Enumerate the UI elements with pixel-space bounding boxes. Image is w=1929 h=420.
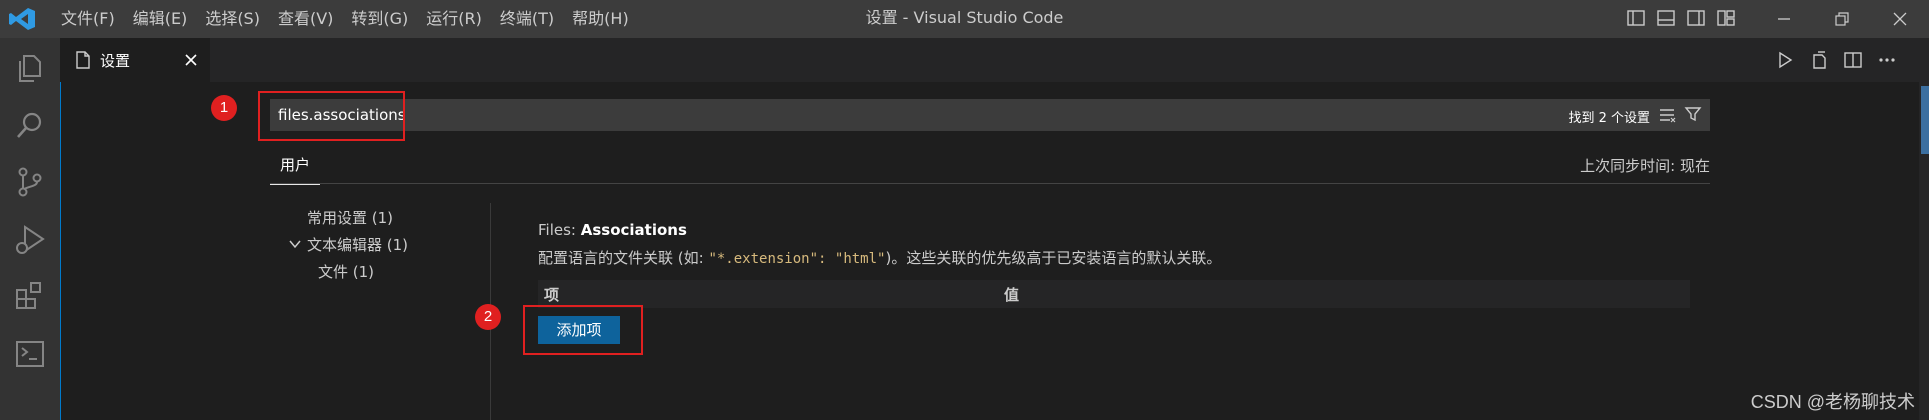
open-settings-json-icon[interactable]: [1809, 50, 1829, 70]
menu-help[interactable]: 帮助(H): [563, 0, 638, 38]
associations-table-header: 项 值: [538, 280, 1690, 308]
toc-item-files[interactable]: 文件 (1): [318, 261, 374, 282]
watermark: CSDN @老杨聊技术: [1750, 392, 1915, 412]
tab-settings[interactable]: 设置: [60, 38, 210, 82]
terminal-icon: [16, 341, 44, 367]
toggle-secondary-sidebar-icon[interactable]: [1686, 8, 1706, 28]
description-prefix: 配置语言的文件关联 (如:: [538, 249, 709, 267]
menu-file[interactable]: 文件(F): [52, 0, 124, 38]
extensions-icon: [16, 282, 41, 309]
tab-user-scope[interactable]: 用户: [270, 150, 321, 185]
source-control-icon: [18, 167, 42, 197]
chevron-down-icon[interactable]: [288, 237, 302, 251]
file-icon: [76, 51, 90, 69]
search-icon: [17, 112, 42, 138]
activity-bar: [0, 38, 60, 420]
explorer-button[interactable]: [12, 50, 48, 86]
setting-name: Associations: [580, 221, 687, 239]
title-bar: 文件(F) 编辑(E) 选择(S) 查看(V) 转到(G) 运行(R) 终端(T…: [0, 0, 1929, 38]
menu-terminal[interactable]: 终端(T): [491, 0, 563, 38]
terminal-view-button[interactable]: [12, 336, 48, 372]
toc-item-text-editor[interactable]: 文本编辑器 (1): [307, 234, 408, 255]
menu-run[interactable]: 运行(R): [417, 0, 491, 38]
source-control-button[interactable]: [12, 164, 48, 200]
scrollbar-thumb[interactable]: [1921, 86, 1929, 154]
code-separator: :: [818, 251, 835, 267]
setting-title: Files: Associations: [538, 221, 687, 239]
column-value: 值: [1004, 286, 1020, 304]
callout-box-add: [523, 305, 643, 355]
callout-box-search: [258, 91, 405, 141]
minimize-button[interactable]: [1755, 0, 1813, 38]
search-result-count: 找到 2 个设置: [1568, 111, 1650, 126]
menu-view[interactable]: 查看(V): [269, 0, 342, 38]
restore-button[interactable]: [1813, 0, 1871, 38]
menu-bar: 文件(F) 编辑(E) 选择(S) 查看(V) 转到(G) 运行(R) 终端(T…: [52, 0, 638, 38]
restore-icon: [1835, 12, 1849, 26]
close-window-button[interactable]: [1871, 0, 1929, 38]
run-icon[interactable]: [1775, 50, 1795, 70]
sync-status: 上次同步时间: 现在: [1580, 157, 1710, 175]
tab-label: 设置: [100, 52, 131, 70]
toggle-primary-sidebar-icon[interactable]: [1626, 8, 1646, 28]
code-key: "*.extension": [708, 251, 819, 267]
customize-layout-icon[interactable]: [1716, 8, 1736, 28]
clear-filter-icon[interactable]: [1658, 106, 1676, 124]
code-value: "html": [834, 251, 886, 267]
scope-divider: [270, 183, 1710, 184]
description-suffix: )。这些关联的优先级高于已安装语言的默认关联。: [885, 249, 1222, 267]
close-icon: [1893, 12, 1907, 26]
search-view-button[interactable]: [12, 108, 48, 144]
callout-badge-1: 1: [211, 95, 237, 121]
settings-search-box[interactable]: files.associations 找到 2 个设置: [270, 99, 1710, 131]
run-debug-icon: [16, 225, 45, 254]
setting-description: 配置语言的文件关联 (如: "*.extension": "html")。这些关…: [538, 247, 1221, 268]
toc-item-common[interactable]: 常用设置 (1): [307, 207, 393, 228]
close-tab-icon[interactable]: [182, 51, 200, 69]
setting-category: Files:: [538, 221, 581, 239]
minimize-icon: [1778, 18, 1790, 20]
menu-edit[interactable]: 编辑(E): [124, 0, 197, 38]
run-debug-button[interactable]: [12, 222, 48, 258]
callout-badge-2: 2: [475, 304, 501, 330]
menu-go[interactable]: 转到(G): [342, 0, 417, 38]
column-item: 项: [544, 286, 560, 304]
extensions-button[interactable]: [12, 278, 48, 314]
split-editor-icon[interactable]: [1843, 50, 1863, 70]
filter-icon[interactable]: [1684, 105, 1702, 123]
vscode-logo-icon: [9, 8, 35, 30]
files-icon: [19, 55, 41, 82]
more-actions-icon[interactable]: [1877, 50, 1897, 70]
menu-selection[interactable]: 选择(S): [196, 0, 269, 38]
toggle-panel-icon[interactable]: [1656, 8, 1676, 28]
tabs-bar: 设置: [60, 38, 1929, 82]
